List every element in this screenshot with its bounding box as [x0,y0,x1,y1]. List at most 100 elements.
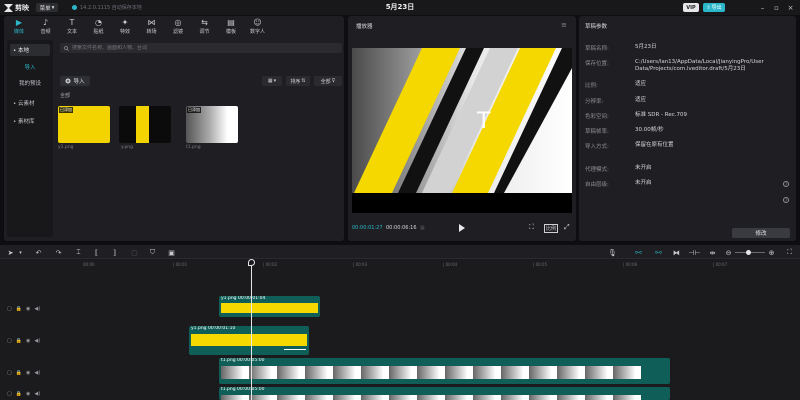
select-cursor-icon[interactable]: ➤ [6,248,15,257]
eye-icon[interactable]: ◉ [26,306,30,312]
preview-axis-icon[interactable]: ⊣⊢ [688,248,700,257]
eye-icon[interactable]: ◉ [26,391,30,397]
tool-label: 数字人 [249,29,265,35]
eye-icon[interactable]: ◉ [26,338,30,344]
fit-screen-icon[interactable]: ⛶ [529,223,534,232]
media-icon: ▶ [15,18,23,27]
param-key: 比例: [585,83,598,89]
menu-icon[interactable]: ≡ [561,21,567,29]
fit-timeline-icon[interactable]: ⛶ [785,248,794,257]
tool-label: 调节 [199,29,210,35]
eye-icon[interactable]: ◉ [26,370,30,376]
maximize-icon[interactable]: ▫ [772,3,781,12]
microphone-icon[interactable]: 🎙 [608,248,617,257]
speaker-icon[interactable]: ◀) [34,370,40,376]
media-thumb-y[interactable] [119,106,171,143]
tool-label: 媒体 [13,29,24,35]
ratio-button[interactable]: 比例 [544,224,559,233]
sort-button[interactable]: 排序 ⇅ [286,76,310,86]
cover-icon[interactable]: ▢ [7,391,12,397]
lock-icon[interactable]: 🔒 [16,306,22,312]
link-icon[interactable]: ⧓ [672,248,681,257]
sidebar-item[interactable]: • 云素材 [10,97,50,109]
export-button[interactable]: ⇪ 导出 [703,3,725,12]
split-right-icon[interactable]: ⟧ [110,248,119,257]
timeline-clip[interactable]: t1.png 00:00:05:00 [219,387,670,400]
param-row: 草稿名称: 5月23日 [585,44,790,52]
search-bar[interactable] [60,43,342,53]
import-button[interactable]: 导入 [60,76,90,86]
marker-icon[interactable]: ⛉ [148,248,157,257]
zoom-out-icon[interactable]: ⊖ [724,248,733,257]
tool-avatar[interactable]: ☺ 数字人 [246,18,270,36]
media-thumb-t1[interactable]: 已添加 [186,106,238,143]
tool-adjust[interactable]: ⇆ 调节 [193,18,217,36]
minimize-icon[interactable]: – [758,3,767,12]
cover-icon[interactable]: ▢ [7,370,12,376]
lock-icon[interactable]: 🔒 [16,370,22,376]
filmstrip-frame [305,366,333,379]
split-icon[interactable]: ⌶ [74,248,83,257]
preview-canvas[interactable]: T [352,48,572,213]
tool-template[interactable]: ▤ 模板 [219,18,243,36]
timeline-clip[interactable]: y1.png 00:00:01:04 [219,296,320,317]
speaker-icon[interactable]: ◀) [34,306,40,312]
tool-text[interactable]: T 文本 [60,18,84,36]
ruler-label: | 00:07 [713,262,728,267]
timeline-grid-icon[interactable]: ▦ [420,225,428,232]
transition-icon: ⋈ [147,18,156,27]
lock-icon[interactable]: 🔒 [16,391,22,397]
image-replace-icon[interactable]: ▣ [167,248,176,257]
filter-button[interactable]: 全部 ⊽ [314,76,342,86]
tool-media[interactable]: ▶ 媒体 [7,18,31,36]
sidebar-item[interactable]: 我的预设 [10,77,50,89]
zoom-slider-thumb[interactable] [746,250,751,255]
playhead-handle[interactable] [248,259,255,266]
clip-label: y1.png 00:00:01:10 [191,326,236,331]
fullscreen-icon[interactable]: ⤢ [564,223,570,232]
filmstrip-frame [333,395,361,400]
speaker-icon[interactable]: ◀) [34,338,40,344]
tool-audio[interactable]: ♪ 音频 [34,18,58,36]
delete-icon[interactable]: ▢ [130,248,139,257]
time-ruler[interactable]: 00:00 | 00:01 | 00:02 | 00:03 | 00:04 | 00:05… [55,260,800,271]
zoom-in-icon[interactable]: ⊕ [767,248,776,257]
cover-icon[interactable]: ▢ [7,338,12,344]
close-icon[interactable]: × [786,3,795,12]
edit-params-button[interactable]: 修改 [732,228,790,238]
vip-badge[interactable]: VIP [683,3,699,12]
auto-snap-icon[interactable]: ⧟ [654,248,663,257]
align-icon[interactable]: ⇹ [708,248,717,257]
play-button[interactable] [458,224,466,232]
media-thumb-y1[interactable]: 已添加 [58,106,110,143]
undo-icon[interactable]: ↶ [34,248,43,257]
chevron-down-icon[interactable]: ▾ [16,248,25,257]
tool-effects[interactable]: ✦ 特效 [113,18,137,36]
view-mode-button[interactable]: ▦ ▾ [262,76,282,86]
help-icon[interactable]: ? [783,181,789,187]
split-left-icon[interactable]: ⟦ [92,248,101,257]
speaker-icon[interactable]: ◀) [34,391,40,397]
param-key: 导入方式: [585,144,609,150]
playhead[interactable] [251,261,252,400]
tool-filter[interactable]: ◎ 滤镜 [166,18,190,36]
sidebar-item[interactable]: • 本地 [10,44,50,56]
tool-sticker[interactable]: ◔ 贴纸 [87,18,111,36]
tool-transition[interactable]: ⋈ 转场 [140,18,164,36]
filmstrip-frame [389,366,417,379]
menu-button[interactable]: 菜单 ▾ [36,3,58,12]
search-input[interactable] [72,45,312,51]
timeline-clip[interactable]: t1.png 00:00:05:00 [219,358,670,384]
lock-icon[interactable]: 🔒 [16,338,22,344]
adjust-icon: ⇆ [201,18,208,27]
cover-icon[interactable]: ▢ [7,306,12,312]
sidebar-item[interactable]: 导入 [10,61,50,73]
main-track-magnet-icon[interactable]: ⧟ [634,248,643,257]
timeline-clip[interactable]: y1.png 00:00:01:10 [189,326,309,355]
help-icon[interactable]: ? [783,197,789,203]
filter-icon: ◎ [174,18,182,27]
sidebar-item[interactable]: • 素材库 [10,115,50,127]
param-key: 分辨率: [585,99,604,105]
redo-icon[interactable]: ↷ [54,248,63,257]
added-badge: 已添加 [59,107,73,113]
